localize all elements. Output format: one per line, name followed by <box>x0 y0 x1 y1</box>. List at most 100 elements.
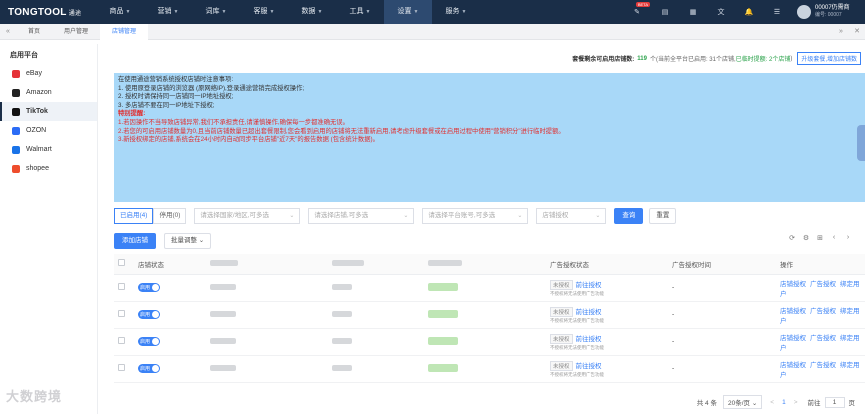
table-row: 启用 未授权 前往授权 不授权将无法使用广告功能 - 店铺授权 广告授权 绑定用户 <box>114 274 865 302</box>
ad-auth-link[interactable]: 广告授权 <box>810 308 836 315</box>
side-panel-handle[interactable] <box>857 125 865 161</box>
nav-item-settings[interactable]: 设置 ▼ <box>384 0 432 24</box>
auth-time: - <box>672 274 780 302</box>
row-checkbox[interactable] <box>118 310 125 317</box>
tiktok-icon <box>12 107 20 116</box>
nav-right: ✎ BETA ▤ ▦ 文 🔔 ☰ 00007仍需商 编号: 00007 <box>623 0 865 24</box>
auth-time: - <box>672 301 780 329</box>
row-checkbox[interactable] <box>118 364 125 371</box>
sidebar-item-amazon[interactable]: Amazon <box>0 83 97 102</box>
tasks-icon[interactable]: ☰ <box>763 0 791 24</box>
sidebar-item-walmart[interactable]: Walmart <box>0 140 97 159</box>
main-content: 套餐剩余可启用店铺数: 119 个(当前全平台已启用: 31个店铺, 已临时提额… <box>106 48 865 414</box>
batch-adjust-button[interactable]: 批量调整 ⌄ <box>164 233 212 249</box>
nav-item-products[interactable]: 商品 ▼ <box>96 0 144 24</box>
user-name: 00007仍需商 <box>815 5 850 11</box>
auth-note: 不授权将无法使用广告功能 <box>550 317 604 323</box>
auth-time: - <box>672 328 780 356</box>
auth-status-tag: 未授权 <box>550 279 573 290</box>
tabs-scroll-left-icon[interactable]: « <box>0 28 16 35</box>
tabs-close-icon[interactable]: ✕ <box>849 24 865 40</box>
nav-item-service[interactable]: 客服 ▼ <box>240 0 288 24</box>
notice-line: 1. 使用原登录店铺的浏览器 (原网络IP),登录通途营销完成授权操作; <box>118 84 305 92</box>
ad-auth-link[interactable]: 广告授权 <box>810 335 836 342</box>
auth-select[interactable]: 店铺授权 ⌄ <box>536 208 607 224</box>
table-row: 启用 未授权 前往授权 不授权将无法使用广告功能 - 店铺授权 广告授权 绑定用户 <box>114 328 865 356</box>
sidebar-item-ozon[interactable]: OZON <box>0 121 97 140</box>
sidebar-item-shopee[interactable]: shopee <box>0 159 97 178</box>
status-toggle[interactable]: 启用 <box>138 283 160 292</box>
reset-button[interactable]: 重置 <box>649 208 677 224</box>
auth-status-tag: 未授权 <box>550 306 573 317</box>
user-info[interactable]: 00007仍需商 编号: 00007 <box>815 5 865 19</box>
auth-note: 不授权将无法使用广告功能 <box>550 290 604 296</box>
ad-auth-link[interactable]: 广告授权 <box>810 362 836 369</box>
country-select[interactable]: 请选择国家/地区,可多选 ⌄ <box>194 208 301 224</box>
search-button[interactable]: 查询 <box>614 208 644 224</box>
ad-auth-link[interactable]: 广告授权 <box>810 281 836 288</box>
goto-page-input[interactable]: 1 <box>824 396 845 408</box>
app-logo[interactable]: TONGTOOL 通途 <box>0 7 96 18</box>
next-icon[interactable]: › <box>841 234 855 242</box>
sidebar-item-ebay[interactable]: eBay <box>0 64 97 83</box>
bell-icon[interactable]: 🔔 <box>735 0 763 24</box>
refresh-icon[interactable]: ⟳ <box>785 234 799 242</box>
current-page[interactable]: 1 <box>782 399 786 406</box>
prev-page-button[interactable]: < <box>770 399 774 406</box>
go-authorize-link[interactable]: 前往授权 <box>576 336 602 343</box>
tabs-scroll-right-icon[interactable]: » <box>833 24 849 40</box>
upgrade-button[interactable]: 升级套餐,增加店铺数 <box>797 52 861 65</box>
sidebar-item-tiktok[interactable]: TikTok <box>0 102 97 121</box>
store-select[interactable]: 请选择店铺,可多选 ⌄ <box>308 208 415 224</box>
store-auth-link[interactable]: 店铺授权 <box>780 281 806 288</box>
ebay-icon <box>12 69 20 78</box>
go-authorize-link[interactable]: 前往授权 <box>576 282 602 289</box>
columns-icon[interactable]: ⊞ <box>813 234 827 242</box>
ai-icon[interactable]: ✎ BETA <box>623 0 651 24</box>
notice-panel: 在使用通途营销系统授权店铺时注意事项: 1. 使用原登录店铺的浏览器 (原网络I… <box>114 73 865 202</box>
tab-home[interactable]: 首页 <box>16 24 52 40</box>
go-authorize-link[interactable]: 前往授权 <box>576 309 602 316</box>
amazon-icon <box>12 88 20 97</box>
nav-item-tools[interactable]: 工具 ▼ <box>336 0 384 24</box>
avatar[interactable] <box>797 5 811 19</box>
account-select[interactable]: 请选择平台账号,可多选 ⌄ <box>422 208 529 224</box>
store-auth-link[interactable]: 店铺授权 <box>780 335 806 342</box>
status-toggle[interactable]: 启用 <box>138 364 160 373</box>
select-all-checkbox[interactable] <box>118 259 125 267</box>
nav-item-data[interactable]: 数据 ▼ <box>288 0 336 24</box>
auth-status-tag: 未授权 <box>550 333 573 344</box>
settings-icon[interactable]: ⚙ <box>799 234 813 242</box>
nav-item-services[interactable]: 服务 ▼ <box>432 0 480 24</box>
next-page-button[interactable]: > <box>794 399 798 406</box>
tab-user-management[interactable]: 用户管理 <box>52 24 100 40</box>
grid-icon[interactable]: ▦ <box>679 0 707 24</box>
notice-line: 2.若您的可启用店铺数量为0,且当前店铺数量已超出套餐限制,您会看到启用的店铺将… <box>118 127 565 135</box>
col-actions: 操作 <box>780 254 865 275</box>
nav-item-marketing[interactable]: 营销 ▼ <box>144 0 192 24</box>
go-authorize-link[interactable]: 前往授权 <box>576 363 602 370</box>
prev-icon[interactable]: ‹ <box>827 234 841 242</box>
document-icon[interactable]: ▤ <box>651 0 679 24</box>
nav-item-keywords[interactable]: 词库 ▼ <box>192 0 240 24</box>
store-auth-link[interactable]: 店铺授权 <box>780 362 806 369</box>
filter-bar: 已启用(4) 停用(0) 请选择国家/地区,可多选 ⌄ 请选择店铺,可多选 ⌄ 请选… <box>114 208 677 224</box>
row-checkbox[interactable] <box>118 283 125 290</box>
page-size-select[interactable]: 20条/页 ⌄ <box>722 395 763 409</box>
user-id: 编号: 00007 <box>815 12 842 18</box>
tab-store-management[interactable]: 店铺管理 <box>100 23 149 40</box>
status-toggle[interactable]: 启用 <box>138 310 160 319</box>
walmart-icon <box>12 145 20 154</box>
top-navbar: TONGTOOL 通途 商品 ▼ 营销 ▼ 词库 ▼ 客服 ▼ 数据 ▼ 工具 ▼ 设置 ▼ 服… <box>0 0 865 24</box>
store-auth-link[interactable]: 店铺授权 <box>780 308 806 315</box>
row-checkbox[interactable] <box>118 337 125 344</box>
translate-icon[interactable]: 文 <box>707 0 735 24</box>
status-toggle[interactable]: 启用 <box>138 337 160 346</box>
chevron-down-icon: ⌄ <box>403 213 409 219</box>
notice-line: 1.若因操作不当导致店铺异常,我们不承担责任,请谨慎操作,确保每一步都准确无误。 <box>118 118 349 126</box>
total-count: 共 4 条 <box>696 400 717 407</box>
tab-enabled[interactable]: 已启用(4) <box>114 208 154 224</box>
tab-disabled[interactable]: 停用(0) <box>153 208 187 224</box>
add-store-button[interactable]: 添加店铺 <box>114 233 156 249</box>
auth-note: 不授权将无法使用广告功能 <box>550 371 604 377</box>
